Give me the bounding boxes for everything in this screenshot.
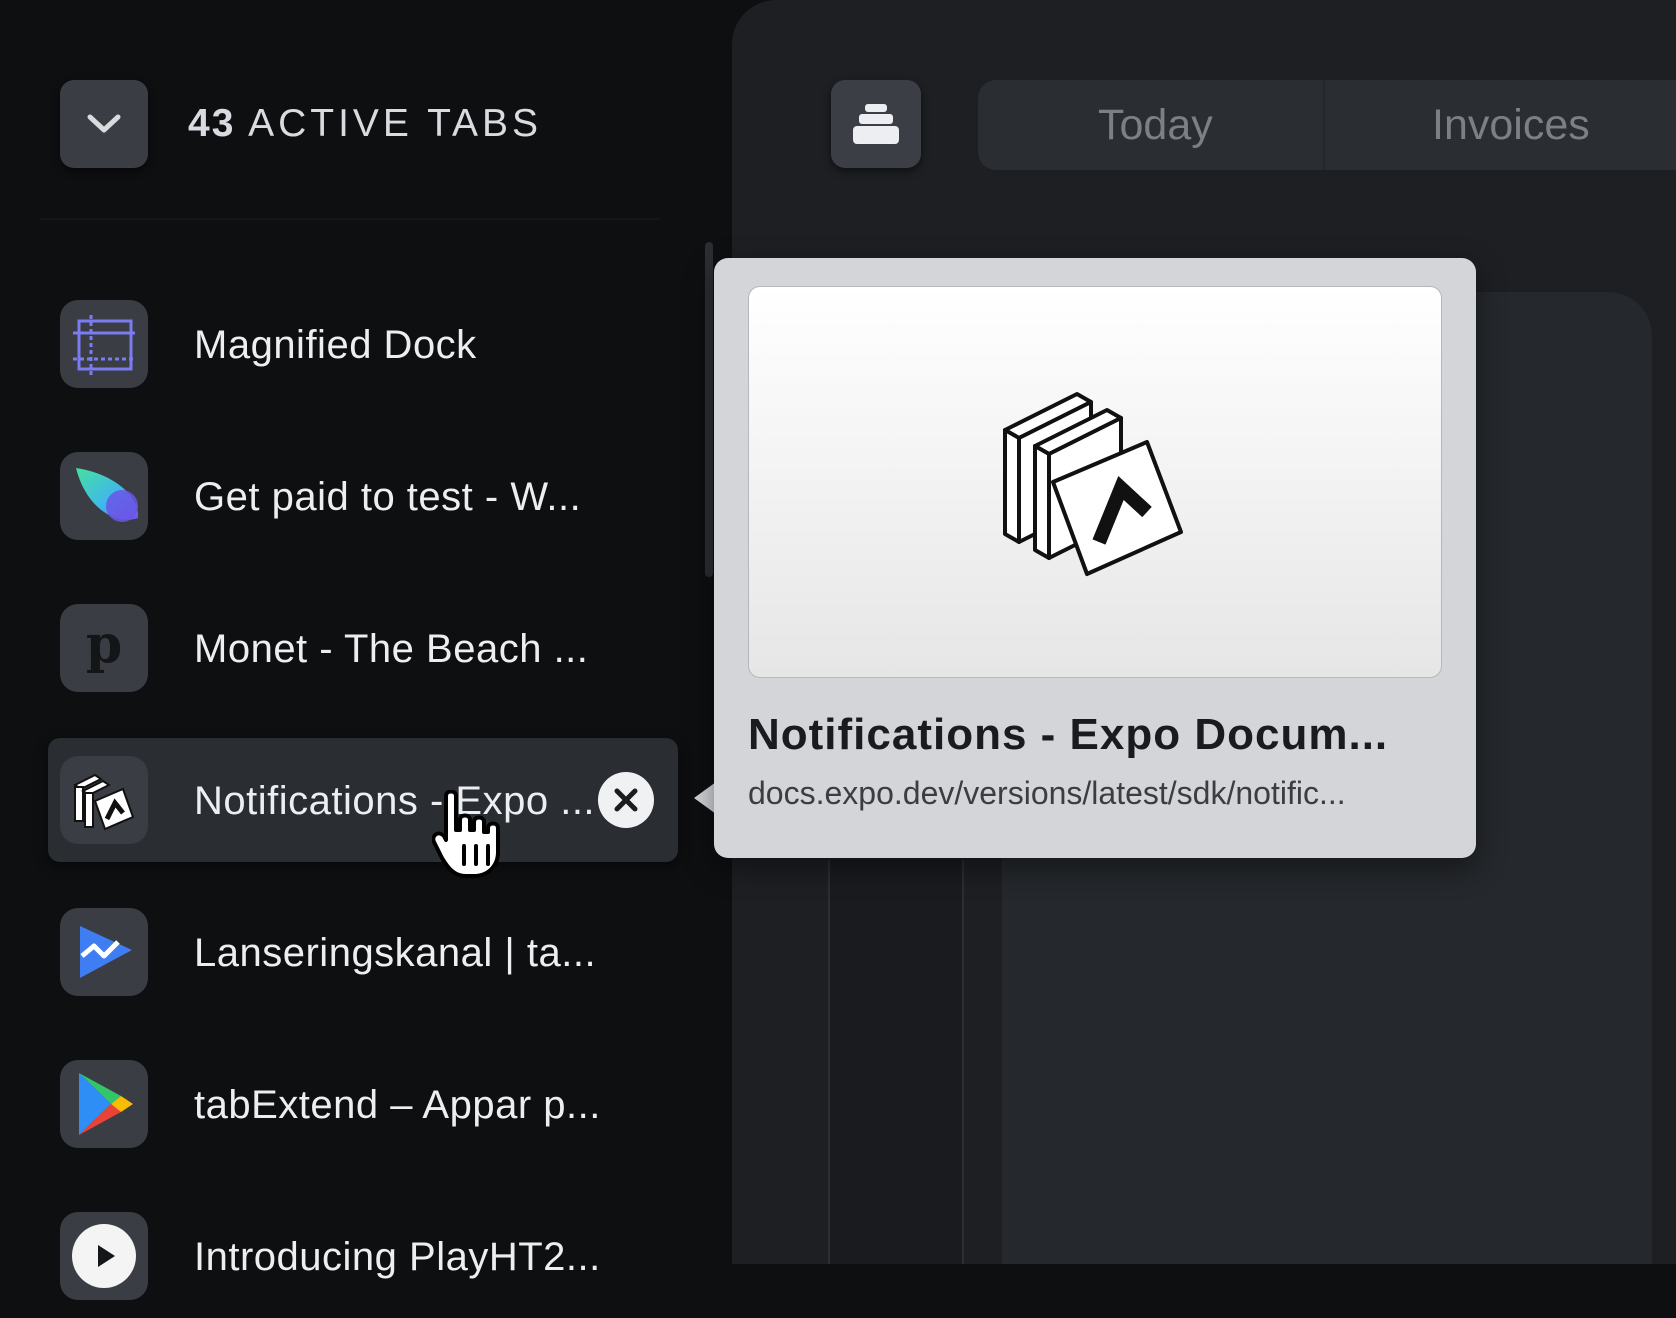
- magnified-dock-icon: [60, 300, 148, 388]
- expo-docs-icon: [995, 382, 1195, 582]
- stack-icon: [851, 102, 901, 146]
- tab-item[interactable]: Introducing PlayHT2...: [48, 1194, 678, 1318]
- tab-title: Introducing PlayHT2...: [194, 1234, 601, 1280]
- play-circle-icon: [60, 1212, 148, 1300]
- chevron-down-icon: [86, 113, 122, 135]
- segment-divider: [1323, 80, 1325, 170]
- tab-item[interactable]: tabExtend – Appar p...: [48, 1042, 678, 1166]
- blue-chart-icon: [60, 908, 148, 996]
- active-tab-count: 43: [188, 102, 235, 145]
- tab-title: Get paid to test - W...: [194, 474, 581, 520]
- tab-item[interactable]: p Monet - The Beach ...: [48, 586, 678, 710]
- stack-button[interactable]: [831, 80, 921, 168]
- tab-preview-card: Notifications - Expo Docum... docs.expo.…: [714, 258, 1476, 858]
- svg-text:p: p: [86, 618, 122, 675]
- collapse-button[interactable]: [60, 80, 148, 168]
- tab-title: Lanseringskanal | ta...: [194, 930, 596, 976]
- segment-invoices[interactable]: Invoices: [1432, 100, 1590, 150]
- close-icon: [613, 787, 639, 813]
- gradient-leaf-icon: [60, 452, 148, 540]
- preview-url: docs.expo.dev/versions/latest/sdk/notifi…: [748, 774, 1448, 812]
- tab-item[interactable]: Lanseringskanal | ta...: [48, 890, 678, 1014]
- sidebar-divider: [40, 218, 660, 220]
- preview-thumbnail: [748, 286, 1442, 678]
- letter-p-icon: p: [60, 604, 148, 692]
- active-tabs-label: ACTIVE TABS: [248, 102, 542, 145]
- google-play-icon: [60, 1060, 148, 1148]
- preview-pointer: [694, 782, 716, 814]
- tab-title: Magnified Dock: [194, 322, 477, 368]
- sidebar: 43 ACTIVE TABS Magnified Dock: [0, 0, 720, 1264]
- segment-today[interactable]: Today: [1098, 100, 1213, 150]
- tab-item[interactable]: Get paid to test - W...: [48, 434, 678, 558]
- preview-title: Notifications - Expo Docum...: [748, 710, 1448, 760]
- tab-item[interactable]: Magnified Dock: [48, 282, 678, 406]
- active-tabs-heading: 43 ACTIVE TABS: [188, 101, 542, 147]
- sidebar-scrollbar[interactable]: [705, 242, 713, 577]
- tab-item-hovered[interactable]: Notifications - Expo ...: [48, 738, 678, 862]
- tab-title: Notifications - Expo ...: [194, 778, 595, 824]
- close-tab-button[interactable]: [598, 772, 654, 828]
- view-segmented-control: Today Invoices: [978, 80, 1676, 170]
- tab-title: tabExtend – Appar p...: [194, 1082, 601, 1128]
- tab-title: Monet - The Beach ...: [194, 626, 588, 672]
- hand-cursor-icon: [432, 790, 512, 880]
- expo-docs-icon: [60, 756, 148, 844]
- content-column: [828, 860, 964, 1264]
